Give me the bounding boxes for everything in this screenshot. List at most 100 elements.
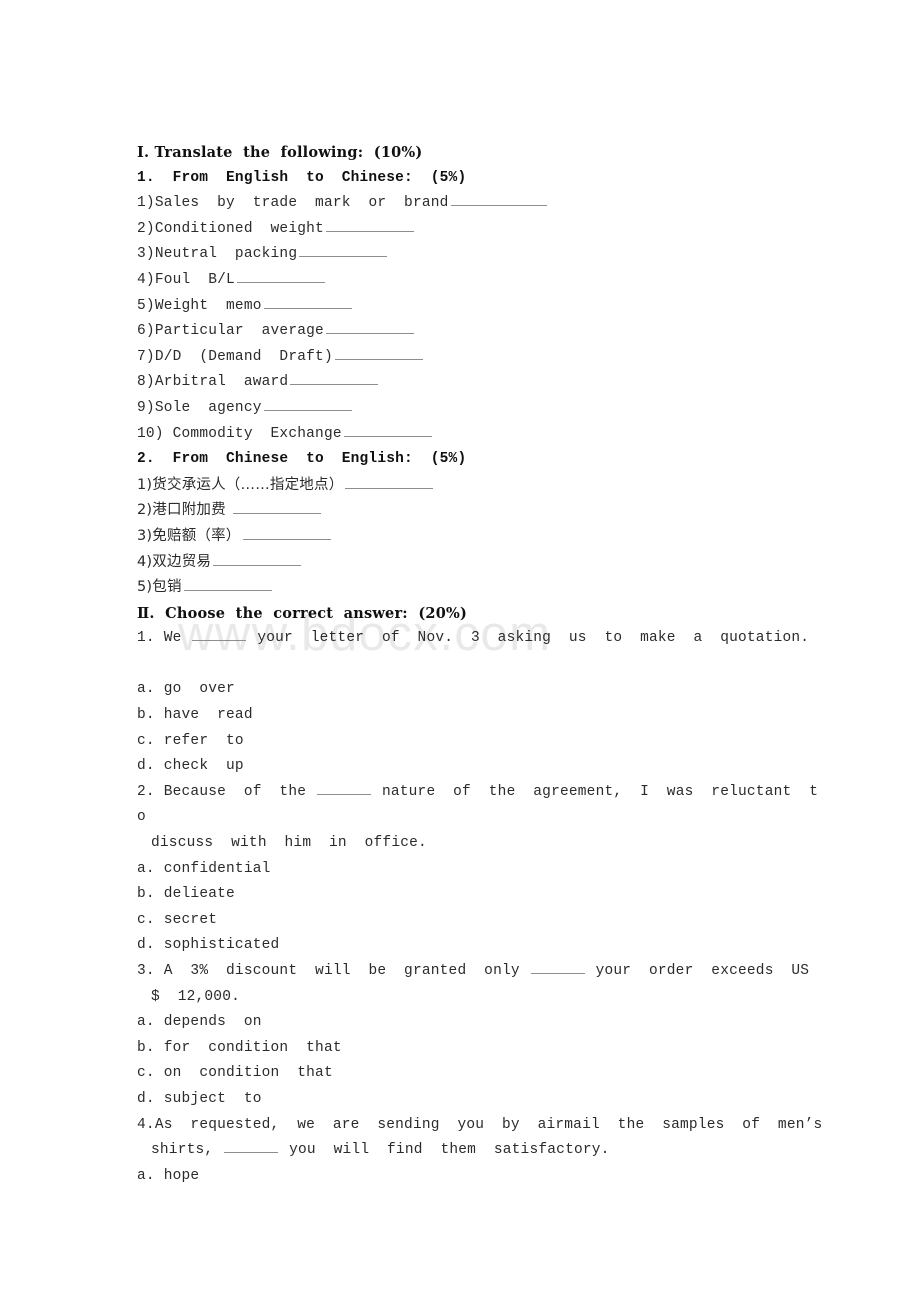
option-text: depends on — [154, 1014, 262, 1031]
question-4-option-a[interactable]: a. hope — [137, 1164, 837, 1190]
answer-blank[interactable] — [345, 476, 434, 489]
translate-item-6: 6)Particular average — [137, 319, 837, 345]
answer-blank[interactable] — [299, 245, 388, 258]
item-text: Arbitral award — [154, 374, 289, 391]
translate-cn-item-2: 2)港口附加费 — [137, 498, 837, 524]
question-3-option-b[interactable]: b. for condition that — [137, 1036, 837, 1062]
option-letter: a. — [137, 1167, 155, 1184]
answer-blank[interactable] — [242, 527, 331, 540]
translate-item-7: 7)D/D (Demand Draft) — [137, 345, 837, 371]
option-letter: c. — [137, 911, 155, 928]
item-number: 4) — [137, 271, 155, 288]
item-number: 5) — [137, 297, 155, 314]
section-1-part-1-heading: 1. From English to Chinese: (5%) — [137, 169, 467, 186]
item-text: Sales by trade mark or brand — [154, 195, 449, 212]
question-3-stem-wrap2: $ 12,000. — [151, 988, 241, 1005]
option-text: subject to — [154, 1090, 262, 1107]
question-number: 2. — [137, 783, 155, 800]
item-text: 双边贸易 — [152, 553, 212, 570]
answer-blank[interactable] — [224, 1140, 279, 1154]
question-2-option-b[interactable]: b. delieate — [137, 882, 837, 908]
section-1-heading: Ⅰ. Translate the following: (10%) — [137, 144, 423, 161]
question-1-option-c[interactable]: c. refer to — [137, 729, 837, 755]
question-2-stem-wrap1: o — [137, 809, 146, 826]
option-letter: b. — [137, 1039, 155, 1056]
question-4-stem-wrap: shirts, you will find them satisfactory. — [137, 1138, 837, 1164]
question-text-wrap-after: you will find them satisfactory. — [280, 1142, 610, 1159]
answer-blank[interactable] — [325, 219, 414, 232]
question-3-stem: 3. A 3% discount will be granted only yo… — [137, 959, 837, 985]
question-3-option-a[interactable]: a. depends on — [137, 1010, 837, 1036]
item-number: 3) — [137, 246, 155, 263]
question-text-before: We — [154, 630, 191, 647]
option-text: check up — [154, 758, 244, 775]
question-1-option-a[interactable]: a. go over — [137, 677, 837, 703]
translate-cn-item-1: 1)货交承运人（……指定地点） — [137, 473, 837, 499]
option-letter: a. — [137, 1014, 155, 1031]
answer-blank[interactable] — [232, 501, 321, 515]
document-body: Ⅰ. Translate the following: (10%) 1. Fro… — [137, 140, 837, 1189]
answer-blank[interactable] — [334, 347, 423, 360]
item-text: Weight memo — [154, 297, 262, 314]
answer-blank[interactable] — [263, 398, 352, 411]
question-number: 3. — [137, 963, 155, 979]
answer-blank[interactable] — [290, 372, 379, 386]
option-text: on condition that — [154, 1065, 333, 1082]
item-number: 2) — [137, 220, 155, 237]
item-text: Sole agency — [154, 399, 262, 416]
question-2-option-a[interactable]: a. confidential — [137, 857, 837, 883]
question-2-option-c[interactable]: c. secret — [137, 908, 837, 934]
item-text: 货交承运人（……指定地点） — [152, 476, 344, 493]
answer-blank[interactable] — [192, 628, 247, 642]
section-2-heading: Ⅱ. Choose the correct answer: (20%) — [137, 604, 468, 622]
question-text-before: As requested, we are sending you by airm… — [154, 1116, 823, 1133]
item-number: 2) — [137, 502, 153, 519]
option-letter: d. — [137, 937, 155, 954]
translate-item-10: 10) Commodity Exchange — [137, 422, 837, 448]
document-page: Ⅰ. Translate the following: (10%) 1. Fro… — [0, 0, 920, 1302]
answer-blank[interactable] — [317, 782, 372, 795]
section-1-part-2-heading: 2. From Chinese to English: (5%) — [137, 451, 467, 468]
question-number: 1. — [137, 630, 155, 647]
option-text: go over — [154, 681, 235, 698]
question-text-after: your letter of Nov. 3 asking us to make … — [248, 630, 810, 647]
translate-item-8: 8)Arbitral award — [137, 370, 837, 396]
question-3-option-d[interactable]: d. subject to — [137, 1087, 837, 1113]
question-2-stem: 2. Because of the nature of the agreemen… — [137, 780, 837, 806]
question-2-option-d[interactable]: d. sophisticated — [137, 933, 837, 959]
translate-item-2: 2)Conditioned weight — [137, 217, 837, 243]
answer-blank[interactable] — [263, 296, 352, 309]
item-text: 包销 — [152, 579, 182, 596]
answer-blank[interactable] — [213, 553, 302, 566]
answer-blank[interactable] — [236, 270, 325, 283]
translate-item-3: 3)Neutral packing — [137, 242, 837, 268]
question-text-after: your order exceeds US — [586, 963, 810, 979]
answer-blank[interactable] — [325, 321, 414, 335]
answer-blank[interactable] — [183, 578, 272, 592]
answer-blank[interactable] — [530, 961, 585, 974]
option-letter: c. — [137, 1065, 155, 1082]
question-1-option-d[interactable]: d. check up — [137, 754, 837, 780]
translate-item-5: 5)Weight memo — [137, 294, 837, 320]
item-number: 9) — [137, 399, 155, 416]
option-letter: d. — [137, 758, 155, 775]
option-text: confidential — [154, 860, 271, 877]
item-number: 1) — [137, 195, 155, 212]
option-text: delieate — [154, 886, 235, 903]
item-number: 6) — [137, 323, 155, 340]
option-letter: a. — [137, 860, 155, 877]
option-letter: d. — [137, 1090, 155, 1107]
question-3-option-c[interactable]: c. on condition that — [137, 1061, 837, 1087]
question-text-wrap-before: shirts, — [151, 1142, 223, 1159]
option-letter: b. — [137, 707, 155, 724]
option-text: refer to — [154, 732, 244, 749]
question-1-option-b[interactable]: b. have read — [137, 703, 837, 729]
answer-blank[interactable] — [343, 424, 432, 437]
question-number: 4. — [137, 1116, 155, 1133]
answer-blank[interactable] — [450, 193, 547, 207]
item-number: 7) — [137, 348, 155, 365]
translate-item-4: 4)Foul B/L — [137, 268, 837, 294]
translate-item-9: 9)Sole agency — [137, 396, 837, 422]
item-text: Foul B/L — [154, 271, 235, 288]
